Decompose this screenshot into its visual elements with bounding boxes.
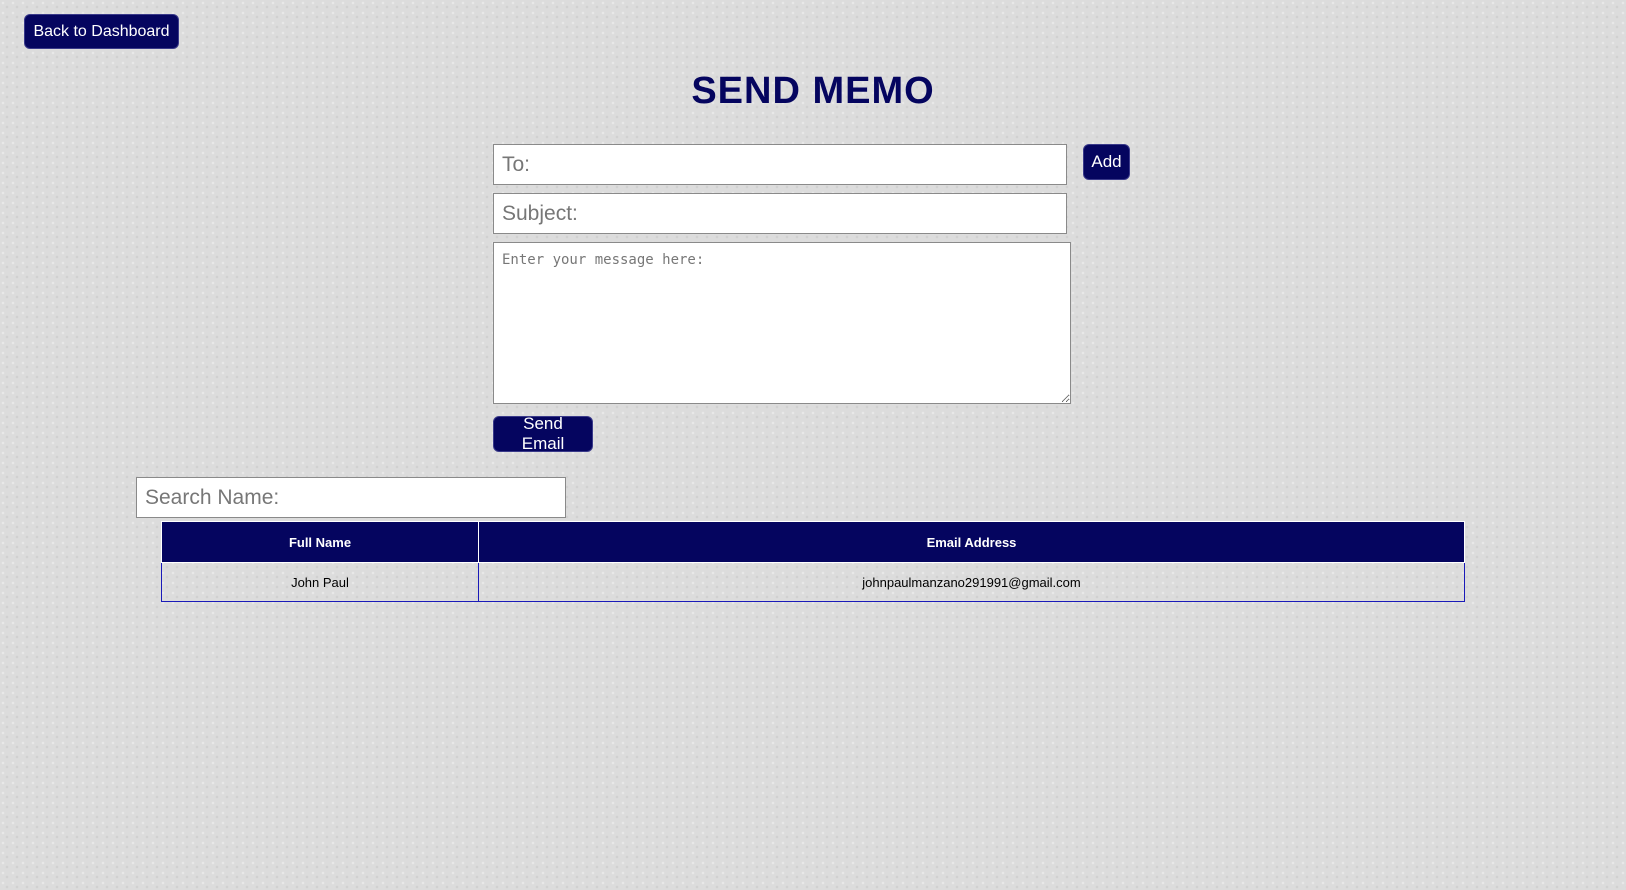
table-row[interactable]: John Paul johnpaulmanzano291991@gmail.co…	[161, 562, 1465, 602]
subject-input[interactable]	[493, 193, 1067, 234]
search-name-input[interactable]	[136, 477, 566, 518]
column-header-full-name: Full Name	[161, 521, 479, 563]
column-header-email-address: Email Address	[478, 521, 1465, 563]
full-name-cell: John Paul	[161, 562, 479, 602]
to-input[interactable]	[493, 144, 1067, 185]
add-recipient-button[interactable]: Add	[1083, 144, 1130, 180]
email-address-cell: johnpaulmanzano291991@gmail.com	[478, 562, 1465, 602]
table-header-row: Full Name Email Address	[161, 521, 1465, 563]
send-email-button[interactable]: Send Email	[493, 414, 593, 453]
recipients-table: Full Name Email Address John Paul johnpa…	[161, 521, 1465, 602]
back-to-dashboard-button[interactable]: Back to Dashboard	[24, 14, 179, 49]
page-title: SEND MEMO	[691, 70, 935, 112]
message-textarea[interactable]	[493, 242, 1071, 404]
